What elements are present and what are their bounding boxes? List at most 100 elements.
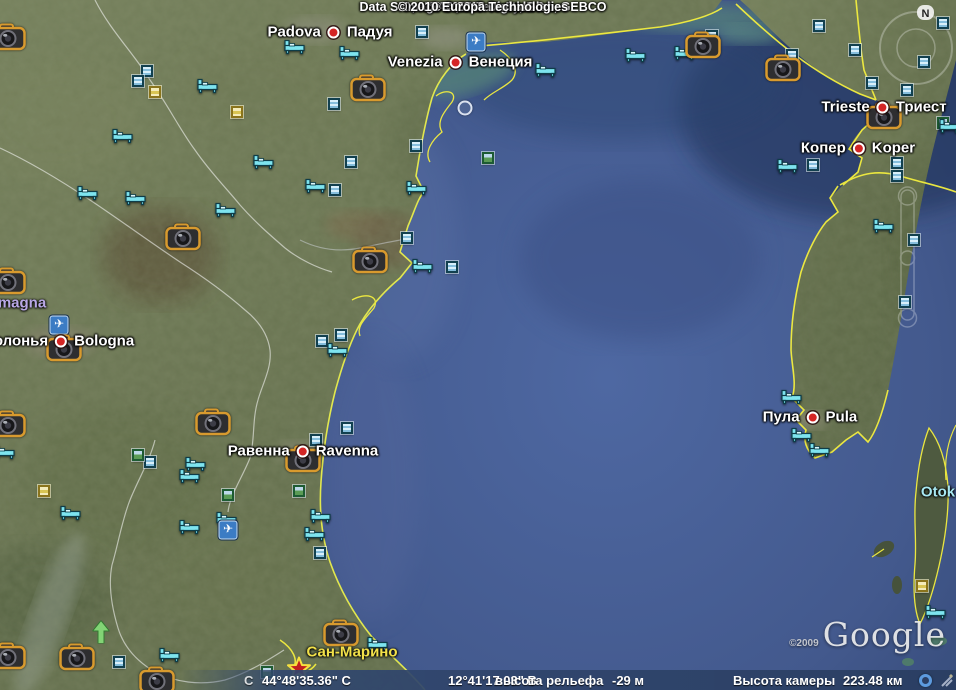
city-label[interactable]: Равенна Ravenna <box>228 443 379 460</box>
map-text-label: Сан-Марино <box>306 644 397 661</box>
photo-thumbnail-icon[interactable] <box>38 485 50 497</box>
city-label[interactable]: Venezia Венеция <box>388 54 533 71</box>
city-name-left: Venezia <box>388 54 443 71</box>
photo-thumbnail-icon[interactable] <box>807 159 819 171</box>
photo-camera-icon[interactable] <box>350 74 386 102</box>
photo-thumbnail-icon[interactable] <box>293 485 305 497</box>
hotel-bed-icon[interactable] <box>112 129 134 144</box>
photo-thumbnail-icon[interactable] <box>916 580 928 592</box>
green-arrow-icon[interactable] <box>93 621 110 644</box>
city-label[interactable]: Пула Pula <box>763 409 857 426</box>
resize-grip-icon[interactable] <box>940 672 954 688</box>
photo-thumbnail-icon[interactable] <box>908 234 920 246</box>
city-name-right: Триест <box>896 99 947 116</box>
city-name-right: Венеция <box>469 54 533 71</box>
photo-camera-icon[interactable] <box>0 642 26 670</box>
compass-north-icon[interactable]: N <box>917 5 934 20</box>
photo-thumbnail-icon[interactable] <box>314 547 326 559</box>
photo-thumbnail-icon[interactable] <box>918 56 930 68</box>
logo-copyright: ©2009 <box>789 638 819 649</box>
photo-thumbnail-icon[interactable] <box>849 44 861 56</box>
photo-thumbnail-icon[interactable] <box>482 152 494 164</box>
hotel-bed-icon[interactable] <box>60 506 82 521</box>
photo-camera-icon[interactable] <box>685 31 721 59</box>
svg-text:N: N <box>922 8 930 20</box>
photo-thumbnail-icon[interactable] <box>231 106 243 118</box>
city-dot-icon[interactable] <box>877 101 889 113</box>
photo-thumbnail-icon[interactable] <box>222 489 234 501</box>
hotel-bed-icon[interactable] <box>305 179 327 194</box>
photo-thumbnail-icon[interactable] <box>899 296 911 308</box>
hotel-bed-icon[interactable] <box>253 155 275 170</box>
hotel-bed-icon[interactable] <box>939 119 956 134</box>
photo-thumbnail-icon[interactable] <box>813 20 825 32</box>
hotel-bed-icon[interactable] <box>625 48 647 63</box>
photo-camera-icon[interactable] <box>0 23 26 51</box>
city-name-left: олонья <box>0 333 48 350</box>
photo-thumbnail-icon[interactable] <box>132 449 144 461</box>
photo-thumbnail-icon[interactable] <box>446 261 458 273</box>
hotel-bed-icon[interactable] <box>777 159 799 174</box>
photo-thumbnail-icon[interactable] <box>149 86 161 98</box>
google-earth-viewport[interactable]: N <box>0 0 956 690</box>
hotel-bed-icon[interactable] <box>339 46 361 61</box>
hotel-bed-icon[interactable] <box>781 390 803 405</box>
city-dot-icon[interactable] <box>853 142 865 154</box>
photo-camera-icon[interactable] <box>765 54 801 82</box>
airport-icon[interactable]: ✈ <box>467 33 486 52</box>
photo-thumbnail-icon[interactable] <box>341 422 353 434</box>
city-label[interactable]: олонья Bologna <box>0 333 134 350</box>
hotel-bed-icon[interactable] <box>873 219 895 234</box>
map-text-label: Otok <box>921 484 955 501</box>
city-label[interactable]: Trieste Триест <box>821 99 946 116</box>
city-dot-icon[interactable] <box>297 445 309 457</box>
hotel-bed-icon[interactable] <box>535 63 557 78</box>
hotel-bed-icon[interactable] <box>179 469 201 484</box>
hotel-bed-icon[interactable] <box>791 428 813 443</box>
photo-thumbnail-icon[interactable] <box>866 77 878 89</box>
photo-thumbnail-icon[interactable] <box>891 170 903 182</box>
hotel-bed-icon[interactable] <box>304 527 326 542</box>
photo-camera-icon[interactable] <box>0 267 26 295</box>
photo-camera-icon[interactable] <box>0 410 26 438</box>
city-dot-icon[interactable] <box>450 56 462 68</box>
photo-thumbnail-icon[interactable] <box>901 84 913 96</box>
city-label[interactable]: Копер Koper <box>801 140 915 157</box>
photo-thumbnail-icon[interactable] <box>401 232 413 244</box>
photo-thumbnail-icon[interactable] <box>891 157 903 169</box>
photo-thumbnail-icon[interactable] <box>335 329 347 341</box>
hotel-bed-icon[interactable] <box>197 79 219 94</box>
hotel-bed-icon[interactable] <box>412 259 434 274</box>
photo-camera-icon[interactable] <box>195 408 231 436</box>
hotel-bed-icon[interactable] <box>406 181 428 196</box>
hotel-bed-icon[interactable] <box>215 203 237 218</box>
hotel-bed-icon[interactable] <box>327 343 349 358</box>
photo-camera-icon[interactable] <box>165 223 201 251</box>
photo-camera-icon[interactable] <box>352 246 388 274</box>
airport-icon[interactable]: ✈ <box>219 521 238 540</box>
photo-thumbnail-icon[interactable] <box>328 98 340 110</box>
hotel-bed-icon[interactable] <box>809 443 831 458</box>
city-dot-icon[interactable] <box>55 335 67 347</box>
hotel-bed-icon[interactable] <box>179 520 201 535</box>
photo-thumbnail-icon[interactable] <box>345 156 357 168</box>
city-dot-icon[interactable] <box>807 411 819 423</box>
photo-camera-icon[interactable] <box>59 643 95 671</box>
photo-thumbnail-icon[interactable] <box>937 17 949 29</box>
map-canvas[interactable]: N <box>0 0 956 690</box>
city-dot-icon[interactable] <box>328 26 340 38</box>
city-label[interactable]: Padova Падуя <box>267 24 392 41</box>
photo-thumbnail-icon[interactable] <box>132 75 144 87</box>
webcam-ring-icon[interactable] <box>458 101 473 116</box>
hotel-bed-icon[interactable] <box>0 445 16 460</box>
hotel-bed-icon[interactable] <box>77 186 99 201</box>
photo-thumbnail-icon[interactable] <box>410 140 422 152</box>
hotel-bed-icon[interactable] <box>284 40 306 55</box>
hotel-bed-icon[interactable] <box>310 509 332 524</box>
photo-thumbnail-icon[interactable] <box>113 656 125 668</box>
photo-thumbnail-icon[interactable] <box>416 26 428 38</box>
hotel-bed-icon[interactable] <box>159 648 181 663</box>
photo-thumbnail-icon[interactable] <box>144 456 156 468</box>
hotel-bed-icon[interactable] <box>125 191 147 206</box>
photo-thumbnail-icon[interactable] <box>329 184 341 196</box>
